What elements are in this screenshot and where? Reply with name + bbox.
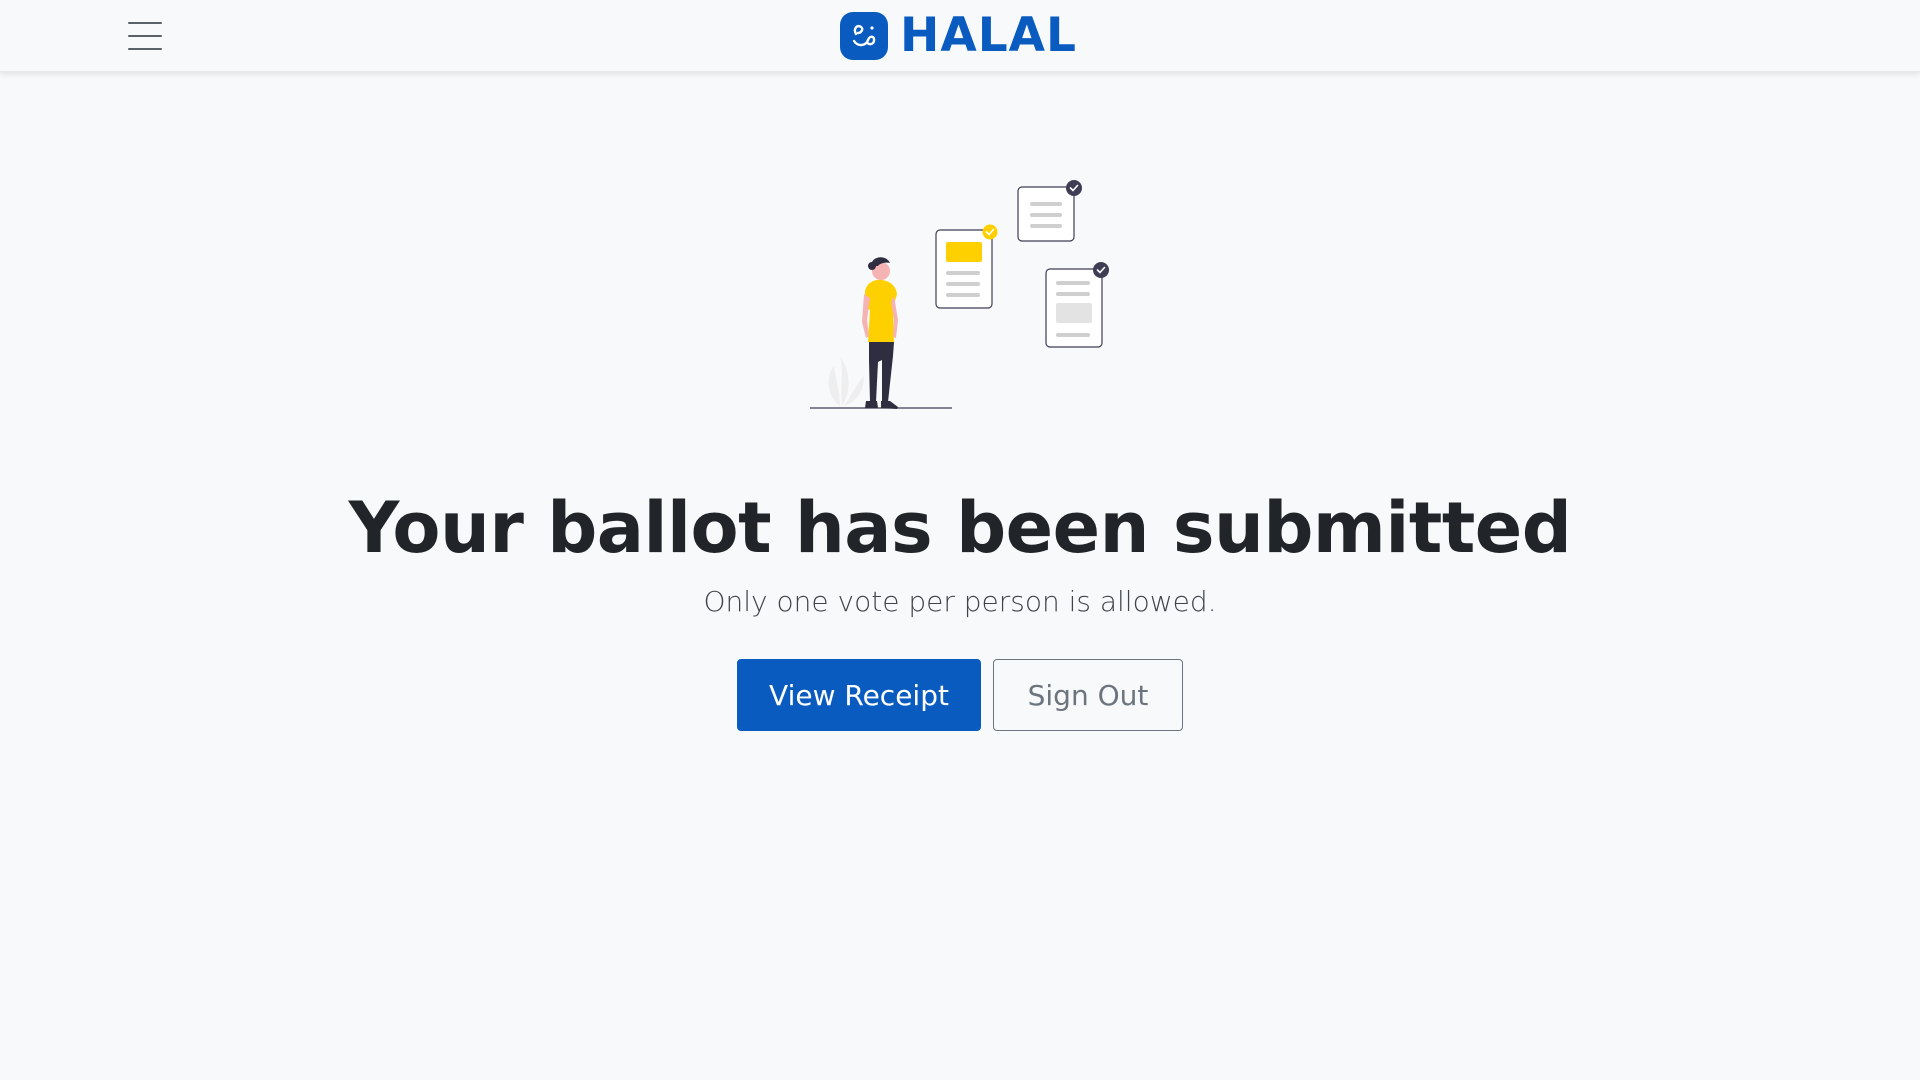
hamburger-menu-button[interactable] <box>124 20 166 52</box>
menu-bar <box>128 48 162 50</box>
halal-logo-icon <box>840 12 888 60</box>
ballot-card-graphic <box>1045 262 1109 348</box>
page-title: Your ballot has been submitted <box>348 487 1572 569</box>
menu-bar <box>128 35 162 37</box>
navbar: HALAL <box>0 0 1920 72</box>
brand-home-link[interactable]: HALAL <box>840 12 1077 60</box>
brand-name: HALAL <box>900 8 1077 63</box>
menu-bar <box>128 22 162 24</box>
ballot-card-graphic <box>935 224 998 309</box>
person-graphic <box>862 257 898 409</box>
sign-out-button[interactable]: Sign Out <box>993 659 1183 731</box>
plant-graphic <box>828 356 864 406</box>
voter-with-ballots-illustration <box>800 170 1120 420</box>
page-subtitle: Only one vote per person is allowed. <box>703 585 1217 618</box>
view-receipt-button[interactable]: View Receipt <box>737 659 981 731</box>
ballot-card-graphic <box>1017 180 1082 242</box>
